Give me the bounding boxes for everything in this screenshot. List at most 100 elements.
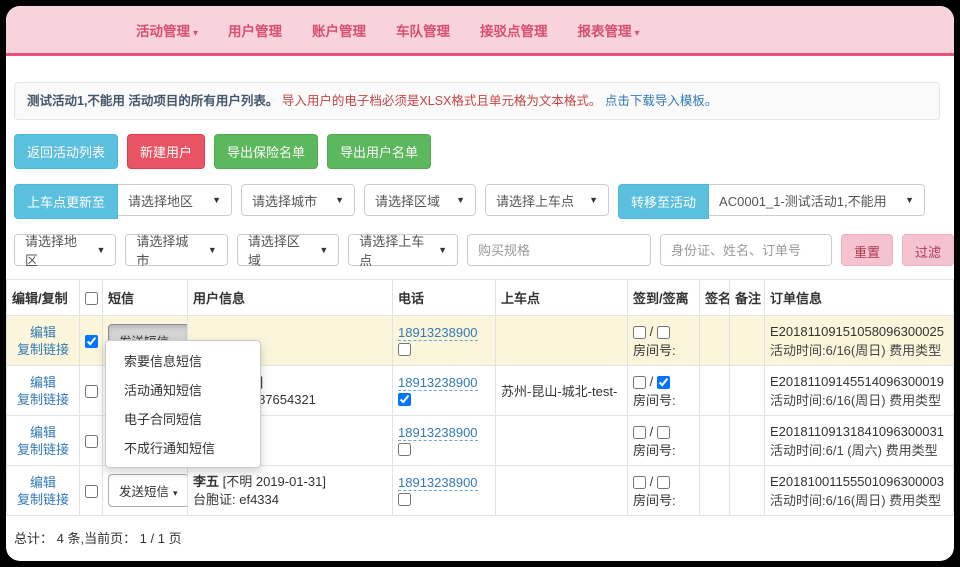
checkout-checkbox[interactable] (657, 376, 670, 389)
filter-city-select[interactable]: 请选择城市▼ (125, 234, 227, 266)
filter-row: 请选择地区▼ 请选择城市▼ 请选择区域▼ 请选择上车点▼ 重置 过滤 (14, 234, 954, 266)
row-checkbox[interactable] (85, 385, 98, 398)
filter-pickup-select[interactable]: 请选择上车点▼ (348, 234, 458, 266)
send-sms-button[interactable]: 发送短信▾ (108, 474, 188, 507)
nav-shuttle-point-management[interactable]: 接驳点管理 (480, 20, 548, 40)
phone-link[interactable]: 18913238900 (398, 425, 478, 441)
nav-fleet-management[interactable]: 车队管理 (396, 20, 450, 40)
header-edit-copy: 编辑/复制 (7, 280, 80, 316)
room-label: 房间号: (633, 493, 676, 508)
phone-checkbox[interactable] (398, 393, 411, 406)
caret-down-icon: ▾ (635, 28, 640, 39)
order-info: 活动时间:6/16(周日) 费用类型 (770, 393, 941, 408)
signature-cell (700, 366, 730, 416)
room-label: 房间号: (633, 343, 676, 358)
row-checkbox[interactable] (85, 435, 98, 448)
export-users-button[interactable]: 导出用户名单 (327, 134, 431, 169)
pickup-cell (496, 416, 628, 466)
select-all-checkbox[interactable] (85, 292, 98, 305)
transfer-group: 转移至活动 AC0001_1-测试活动1,不能用▼ (618, 184, 925, 219)
menu-item-cancel-notice-sms[interactable]: 不成行通知短信 (106, 433, 260, 462)
filter-button[interactable]: 过滤 (902, 234, 954, 266)
table-row: 编辑复制链接 发送短信▾ 李五 [不明 2019-01-31]台胞证: ef43… (7, 466, 954, 516)
nav-account-management[interactable]: 账户管理 (312, 20, 366, 40)
note-cell (730, 316, 765, 366)
checkin-checkbox[interactable] (633, 376, 646, 389)
room-label: 房间号: (633, 393, 676, 408)
header-user-info: 用户信息 (188, 280, 393, 316)
user-name: 李五 (193, 474, 219, 489)
update-pickup-button[interactable]: 上车点更新至 (14, 184, 118, 219)
pickup-update-group: 上车点更新至 请选择地区▼ (14, 184, 232, 219)
action-buttons: 返回活动列表 新建用户 导出保险名单 导出用户名单 (14, 134, 954, 169)
order-number: E20181001155501096300003 (770, 474, 944, 489)
caret-down-icon: ▼ (212, 195, 221, 205)
region-select[interactable]: 请选择地区▼ (118, 184, 232, 216)
copy-link[interactable]: 复制链接 (12, 341, 74, 358)
menu-item-e-contract-sms[interactable]: 电子合同短信 (106, 404, 260, 433)
caret-down-icon: ▼ (589, 195, 598, 205)
header-note: 备注 (730, 280, 765, 316)
caret-down-icon: ▼ (335, 195, 344, 205)
edit-link[interactable]: 编辑 (12, 374, 74, 391)
header-order-info: 订单信息 (765, 280, 954, 316)
caret-down-icon: ▼ (456, 195, 465, 205)
new-user-button[interactable]: 新建用户 (127, 134, 205, 169)
search-input[interactable] (660, 234, 832, 266)
edit-link[interactable]: 编辑 (12, 424, 74, 441)
menu-item-activity-notice-sms[interactable]: 活动通知短信 (106, 375, 260, 404)
filter-region-select[interactable]: 请选择地区▼ (14, 234, 116, 266)
activity-select[interactable]: AC0001_1-测试活动1,不能用▼ (709, 184, 925, 216)
phone-link[interactable]: 18913238900 (398, 475, 478, 491)
edit-link[interactable]: 编辑 (12, 324, 74, 341)
row-checkbox[interactable] (85, 485, 98, 498)
order-number: E20181109151058096300025 (770, 324, 944, 339)
note-cell (730, 416, 765, 466)
spec-input[interactable] (467, 234, 651, 266)
caret-down-icon: ▾ (173, 488, 178, 498)
phone-checkbox[interactable] (398, 343, 411, 356)
back-to-activity-list-button[interactable]: 返回活动列表 (14, 134, 118, 169)
menu-item-request-info-sms[interactable]: 索要信息短信 (106, 346, 260, 375)
header-sms: 短信 (103, 280, 188, 316)
district-select[interactable]: 请选择区域▼ (364, 184, 476, 216)
checkout-checkbox[interactable] (657, 426, 670, 439)
order-number: E20181109131841096300031 (770, 424, 944, 439)
phone-link[interactable]: 18913238900 (398, 325, 478, 341)
caret-down-icon: ▼ (438, 245, 447, 255)
signature-cell (700, 416, 730, 466)
filter-district-select[interactable]: 请选择区域▼ (237, 234, 339, 266)
copy-link[interactable]: 复制链接 (12, 441, 74, 458)
phone-checkbox[interactable] (398, 493, 411, 506)
export-insurance-button[interactable]: 导出保险名单 (214, 134, 318, 169)
alert-warning: 导入用户的电子档必须是XLSX格式且单元格为文本格式。 (282, 94, 601, 108)
pickup-point-select[interactable]: 请选择上车点▼ (485, 184, 609, 216)
app-window: 活动管理▾ 用户管理 账户管理 车队管理 接驳点管理 报表管理▾ 测试活动1,不… (6, 6, 954, 561)
row-checkbox[interactable] (85, 335, 98, 348)
header-pickup: 上车点 (496, 280, 628, 316)
transfer-to-activity-button[interactable]: 转移至活动 (618, 184, 709, 219)
nav-activity-management[interactable]: 活动管理▾ (136, 20, 198, 40)
checkin-checkbox[interactable] (633, 326, 646, 339)
copy-link[interactable]: 复制链接 (12, 491, 74, 508)
checkin-checkbox[interactable] (633, 426, 646, 439)
nav-report-management[interactable]: 报表管理▾ (578, 20, 640, 40)
edit-link[interactable]: 编辑 (12, 474, 74, 491)
order-info: 活动时间:6/16(周日) 费用类型 (770, 343, 941, 358)
checkin-checkbox[interactable] (633, 476, 646, 489)
alert-bar: 测试活动1,不能用 活动项目的所有用户列表。 导入用户的电子档必须是XLSX格式… (14, 82, 940, 120)
signature-cell (700, 316, 730, 366)
city-select[interactable]: 请选择城市▼ (241, 184, 355, 216)
copy-link[interactable]: 复制链接 (12, 391, 74, 408)
reset-button[interactable]: 重置 (841, 234, 893, 266)
download-template-link[interactable]: 点击下载导入模板。 (605, 94, 718, 108)
checkout-checkbox[interactable] (657, 326, 670, 339)
phone-link[interactable]: 18913238900 (398, 375, 478, 391)
pickup-update-row: 上车点更新至 请选择地区▼ 请选择城市▼ 请选择区域▼ 请选择上车点▼ 转移至活… (14, 184, 954, 219)
pickup-cell (496, 466, 628, 516)
caret-down-icon: ▼ (319, 245, 328, 255)
phone-checkbox[interactable] (398, 443, 411, 456)
pickup-cell (496, 316, 628, 366)
nav-user-management[interactable]: 用户管理 (228, 20, 282, 40)
checkout-checkbox[interactable] (657, 476, 670, 489)
